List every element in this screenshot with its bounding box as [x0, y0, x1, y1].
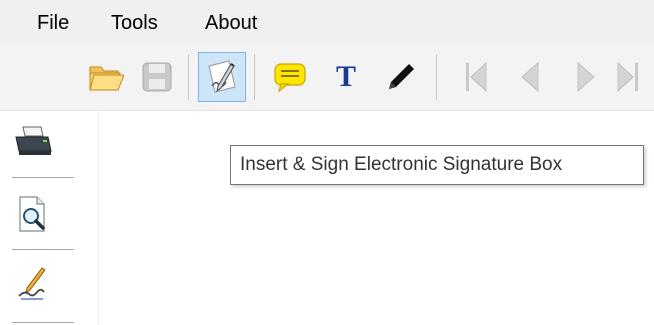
next-page-icon	[572, 60, 600, 94]
text-tool-button[interactable]: T	[322, 52, 370, 102]
menu-file[interactable]: File	[37, 10, 69, 36]
toolbar-separator	[188, 54, 189, 100]
first-page-icon	[462, 60, 490, 94]
print-preview-button[interactable]	[8, 189, 58, 239]
printer-icon	[13, 124, 53, 160]
menu-tools[interactable]: Tools	[111, 10, 158, 36]
signature-pen-icon	[204, 58, 240, 96]
last-page-icon	[612, 60, 642, 94]
save-button[interactable]	[133, 52, 181, 102]
signature-pen-icon	[15, 264, 51, 302]
insert-signature-button[interactable]	[198, 52, 246, 102]
pencil-button[interactable]	[377, 52, 425, 102]
previous-page-button[interactable]	[506, 52, 554, 102]
pencil-icon	[385, 61, 417, 93]
sidebar-separator	[12, 322, 74, 323]
save-disk-icon	[141, 61, 173, 93]
toolbar-separator	[436, 54, 437, 100]
comment-note-icon	[273, 61, 307, 93]
previous-page-icon	[516, 60, 544, 94]
menu-about[interactable]: About	[205, 10, 257, 36]
text-tool-icon: T	[335, 60, 356, 93]
toolbar: T	[0, 44, 654, 111]
first-page-button[interactable]	[452, 52, 500, 102]
signature-button[interactable]	[8, 258, 58, 308]
menu-bar: File Tools About	[0, 0, 654, 44]
print-preview-icon	[15, 194, 51, 234]
next-page-button[interactable]	[562, 52, 610, 102]
comment-button[interactable]	[266, 52, 314, 102]
sidebar-separator	[12, 249, 74, 250]
toolbar-separator	[254, 54, 255, 100]
tooltip: Insert & Sign Electronic Signature Box	[230, 145, 644, 185]
sidebar-separator	[12, 177, 74, 178]
open-button[interactable]	[82, 52, 130, 102]
print-button[interactable]	[8, 117, 58, 167]
open-folder-icon	[88, 61, 124, 93]
left-sidebar	[0, 111, 99, 325]
last-page-button[interactable]	[612, 52, 654, 102]
